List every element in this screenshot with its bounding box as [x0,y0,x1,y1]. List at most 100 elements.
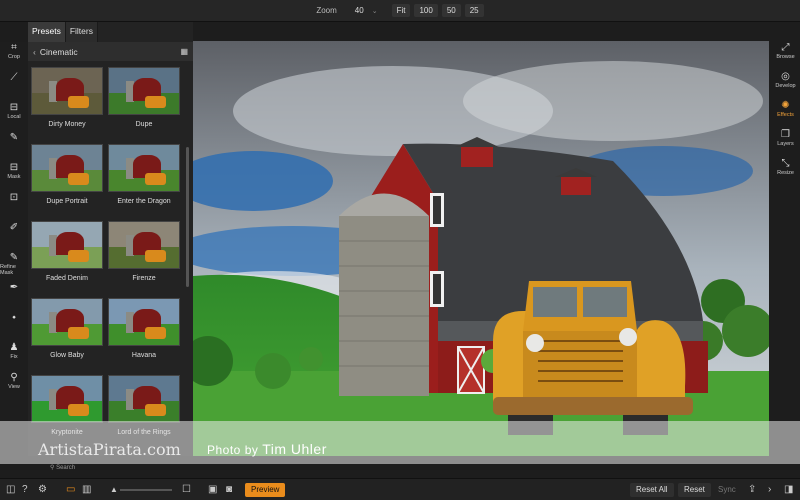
app-window: Zoom 40 ⌄ Fit 100 50 25 ⌗ Crop ⟋ ⊟ Local ✎ ⊟ Ma… [0,0,800,500]
right-toolbar: ⤢ Browse ◎ Develop ✺ Effects ❐ Layers ⤡ Resize [771,42,800,202]
zoom-slider[interactable] [120,489,172,491]
preset-thumbnail[interactable] [108,221,180,269]
gear-icon[interactable]: ⚙ [38,484,47,495]
zoom-value[interactable]: 40 [355,6,364,15]
brush-icon: ⟋ [10,72,18,83]
zoom-fit-button[interactable]: Fit [391,4,411,17]
compare-view-icon[interactable]: ▥ [82,484,91,495]
tool-label: Mask [7,174,21,180]
crop-icon: ⌗ [11,42,17,53]
sync-button[interactable]: Sync [712,483,742,497]
single-view-icon[interactable]: ▭ [66,484,75,495]
tool-gradient[interactable]: ⊟ Local [0,102,28,132]
mask-icon: ⊟ [9,162,19,173]
preset-thumbnail[interactable] [31,298,103,346]
tool-refine[interactable]: ✎ Refine Mask [0,252,28,282]
tool-browse[interactable]: ⤢ Browse [771,42,800,66]
text-overlay-icon[interactable]: ▣ [208,484,217,495]
preset-thumbnail[interactable] [108,298,180,346]
preset-label[interactable]: Enter the Dragon [106,198,182,205]
tool-layers[interactable]: ❐ Layers [771,129,800,153]
develop-icon: ◎ [781,71,790,82]
photo-credit-name: Tim Uhler [262,441,327,457]
chevron-down-icon[interactable]: ⌄ [372,7,378,15]
pen-icon: ✐ [9,222,19,233]
slider-triangle-icon[interactable]: ▲ [110,485,118,494]
main-photo[interactable] [193,41,769,456]
left-toolbar: ⌗ Crop ⟋ ⊟ Local ✎ ⊟ Mask ⊡ ✐ ✎ Refine Mask ✒ ⬩ ♟ Fix ⚲ V… [0,42,28,422]
tab-filters[interactable]: Filters [65,22,98,42]
zoom-25-button[interactable]: 25 [464,4,484,17]
grid-view-icon[interactable]: ▦ [180,47,188,56]
tool-label: Fix [10,354,18,360]
preset-thumbnail[interactable] [31,221,103,269]
preset-label[interactable]: Glow Baby [29,352,105,359]
gradient-icon: ⊟ [9,102,19,113]
thumbnail-truck [145,172,167,186]
selection-icon: ⊡ [9,192,19,203]
help-icon[interactable]: ? [22,484,28,495]
zoom-50-button[interactable]: 50 [441,4,461,17]
tool-selection[interactable]: ⊡ [0,192,28,222]
next-icon[interactable]: › [768,484,771,495]
preset-label[interactable]: Firenze [106,275,182,282]
chevron-left-icon[interactable]: ‹ [33,47,36,57]
preview-button[interactable]: Preview [245,483,286,497]
tool-label: Layers [777,141,794,147]
magnifier-icon: ⚲ [10,372,18,383]
tool-mask[interactable]: ⊟ Mask [0,162,28,192]
preset-label[interactable]: Dupe Portrait [29,198,105,205]
tab-presets[interactable]: Presets [28,22,66,42]
share-icon[interactable]: ⇪ [748,484,756,495]
thumbnail-truck [68,95,90,109]
tool-brush[interactable]: ⟋ [0,72,28,102]
tool-magnifier[interactable]: ⚲ View [0,372,28,402]
presets-panel: Presets Filters ‹ Cinematic ▦ Dirty Mone… [28,22,193,456]
checkbox-icon[interactable]: ☐ [182,484,191,495]
preset-thumbnail[interactable] [31,67,103,115]
tool-retouch[interactable]: ✒ [0,282,28,312]
preset-thumbnail[interactable] [108,67,180,115]
tool-crop[interactable]: ⌗ Crop [0,42,28,72]
panel-toggle-icon[interactable]: ◫ [6,484,15,495]
thumbnail-truck [68,403,90,417]
preset-label[interactable]: Dirty Money [29,121,105,128]
zoom-100-button[interactable]: 100 [414,4,438,17]
reset-all-button[interactable]: Reset All [630,483,674,497]
effects-icon: ✺ [781,100,790,111]
preset-thumbnail[interactable] [108,144,180,192]
search-placeholder: Search [56,465,76,471]
watermark-text: ArtistaPirata.com [38,440,181,459]
tool-person[interactable]: ♟ Fix [0,342,28,372]
tool-pen[interactable]: ✐ [0,222,28,252]
thumbnail-truck [145,249,167,263]
preset-label[interactable]: Faded Denim [29,275,105,282]
panel-scrollbar[interactable] [186,147,189,287]
tool-effects[interactable]: ✺ Effects [771,100,800,124]
thumbnail-truck [145,326,167,340]
preset-thumbnail[interactable] [31,375,103,423]
zoom-label: Zoom [316,6,337,15]
person-icon: ♟ [9,342,19,353]
tool-develop[interactable]: ◎ Develop [771,71,800,95]
category-header[interactable]: ‹ Cinematic ▦ [28,42,193,61]
tool-label: Resize [777,170,794,176]
reset-button[interactable]: Reset [678,483,711,497]
preset-thumbnail[interactable] [108,375,180,423]
tool-label: View [8,384,20,390]
search-icon: ⚲ [50,465,55,471]
panel-right-toggle-icon[interactable]: ◨ [784,484,793,495]
search-field[interactable]: ⚲ Search [50,464,75,471]
mask-view-icon[interactable]: ◙ [226,484,232,495]
barn-photo [193,41,769,456]
photo-credit-prefix: Photo by [207,443,263,457]
preset-label[interactable]: Havana [106,352,182,359]
mask-brush-icon: ✎ [9,132,19,143]
preset-thumbnail[interactable] [31,144,103,192]
resize-icon: ⤡ [781,158,790,169]
tool-resize[interactable]: ⤡ Resize [771,158,800,182]
tool-mask-brush[interactable]: ✎ [0,132,28,162]
thumbnail-truck [145,95,167,109]
tool-clone[interactable]: ⬩ [0,312,28,342]
preset-label[interactable]: Dupe [106,121,182,128]
